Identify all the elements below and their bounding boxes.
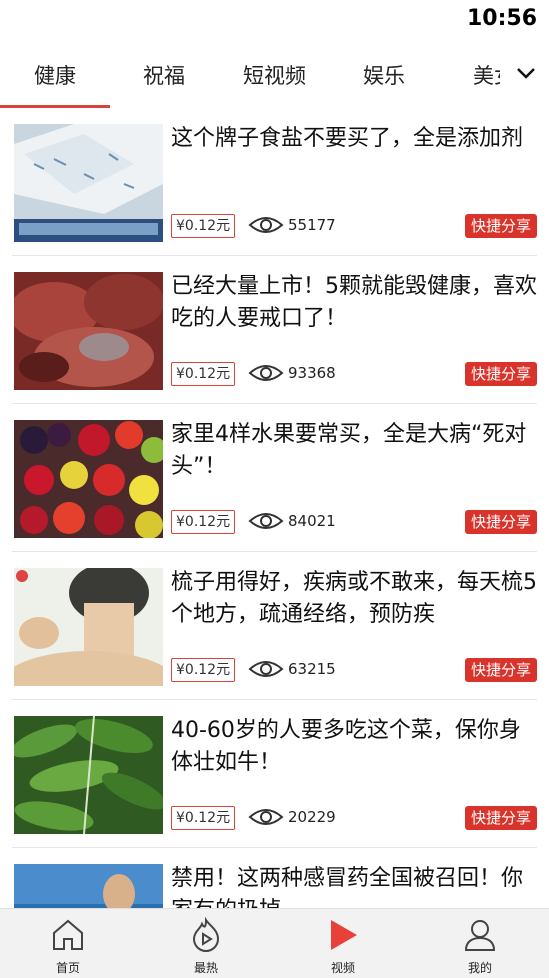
tab-entertainment[interactable]: 娱乐 bbox=[363, 60, 405, 90]
tab-short-video[interactable]: 短视频 bbox=[243, 60, 306, 90]
home-icon bbox=[53, 919, 83, 950]
eye-icon bbox=[248, 661, 284, 677]
list-item[interactable]: 已经大量上市！5颗就能毁健康，喜欢吃的人要戒口了！ ¥0.12元 93368 快… bbox=[0, 256, 549, 404]
nav-profile[interactable]: 我的 bbox=[435, 909, 525, 978]
status-bar: 10:56 bbox=[0, 0, 549, 42]
list-item[interactable]: 家里4样水果要常买，全是大病“死对头”！ ¥0.12元 84021 快捷分享 bbox=[0, 404, 549, 552]
quick-share-button[interactable]: 快捷分享 bbox=[464, 214, 537, 238]
article-title[interactable]: 梳子用得好，疾病或不敢来，每天梳5个地方，疏通经络，预防疾 bbox=[171, 567, 541, 631]
eye-icon bbox=[248, 365, 284, 381]
reward-price: ¥0.12元 bbox=[171, 362, 236, 386]
nav-hot[interactable]: 最热 bbox=[161, 909, 251, 978]
quick-share-button[interactable]: 快捷分享 bbox=[464, 362, 537, 386]
more-tabs-button[interactable] bbox=[511, 60, 541, 90]
quick-share-button[interactable]: 快捷分享 bbox=[464, 510, 537, 534]
reward-price: ¥0.12元 bbox=[171, 214, 236, 238]
bottom-navigation: 首页 最热 视频 我的 bbox=[0, 908, 549, 978]
reward-price: ¥0.12元 bbox=[171, 806, 236, 830]
user-icon bbox=[464, 920, 496, 951]
article-title[interactable]: 这个牌子食盐不要买了，全是添加剂 bbox=[171, 123, 541, 155]
article-title[interactable]: 家里4样水果要常买，全是大病“死对头”！ bbox=[171, 419, 541, 483]
nav-video[interactable]: 视频 bbox=[298, 909, 388, 978]
thumbnail-neck bbox=[14, 568, 163, 686]
list-item[interactable]: 梳子用得好，疾病或不敢来，每天梳5个地方，疏通经络，预防疾 ¥0.12元 632… bbox=[0, 552, 549, 700]
reward-price: ¥0.12元 bbox=[171, 510, 236, 534]
quick-share-button[interactable]: 快捷分享 bbox=[464, 658, 537, 682]
thumbnail-news-anchor bbox=[14, 864, 163, 908]
nav-home[interactable]: 首页 bbox=[23, 909, 113, 978]
eye-icon bbox=[248, 217, 284, 233]
thumbnail-salt bbox=[14, 124, 163, 242]
category-tabs: 健康 祝福 短视频 娱乐 美女 bbox=[0, 42, 549, 108]
eye-icon bbox=[248, 809, 284, 825]
article-title[interactable]: 禁用！这两种感冒药全国被召回！你家有的扔掉 bbox=[171, 863, 541, 908]
video-play-icon bbox=[331, 920, 357, 950]
hot-icon bbox=[192, 917, 220, 952]
list-item[interactable]: 40-60岁的人要多吃这个菜，保你身体壮如牛！ ¥0.12元 20229 快捷分… bbox=[0, 700, 549, 848]
thumbnail-meat bbox=[14, 272, 163, 390]
tab-health[interactable]: 健康 bbox=[34, 60, 76, 90]
chevron-down-icon bbox=[517, 68, 535, 79]
article-feed: 这个牌子食盐不要买了，全是添加剂 ¥0.12元 55177 快捷分享 已经大量上… bbox=[0, 108, 549, 908]
eye-icon bbox=[248, 513, 284, 529]
thumbnail-green-leaves bbox=[14, 716, 163, 834]
thumbnail-fruits bbox=[14, 420, 163, 538]
status-time: 10:56 bbox=[466, 6, 537, 31]
tab-blessing[interactable]: 祝福 bbox=[143, 60, 185, 90]
article-title[interactable]: 已经大量上市！5颗就能毁健康，喜欢吃的人要戒口了！ bbox=[171, 271, 541, 335]
list-item[interactable]: 禁用！这两种感冒药全国被召回！你家有的扔掉 bbox=[0, 848, 549, 908]
article-title[interactable]: 40-60岁的人要多吃这个菜，保你身体壮如牛！ bbox=[171, 715, 541, 779]
reward-price: ¥0.12元 bbox=[171, 658, 236, 682]
quick-share-button[interactable]: 快捷分享 bbox=[464, 806, 537, 830]
list-item[interactable]: 这个牌子食盐不要买了，全是添加剂 ¥0.12元 55177 快捷分享 bbox=[0, 108, 549, 256]
